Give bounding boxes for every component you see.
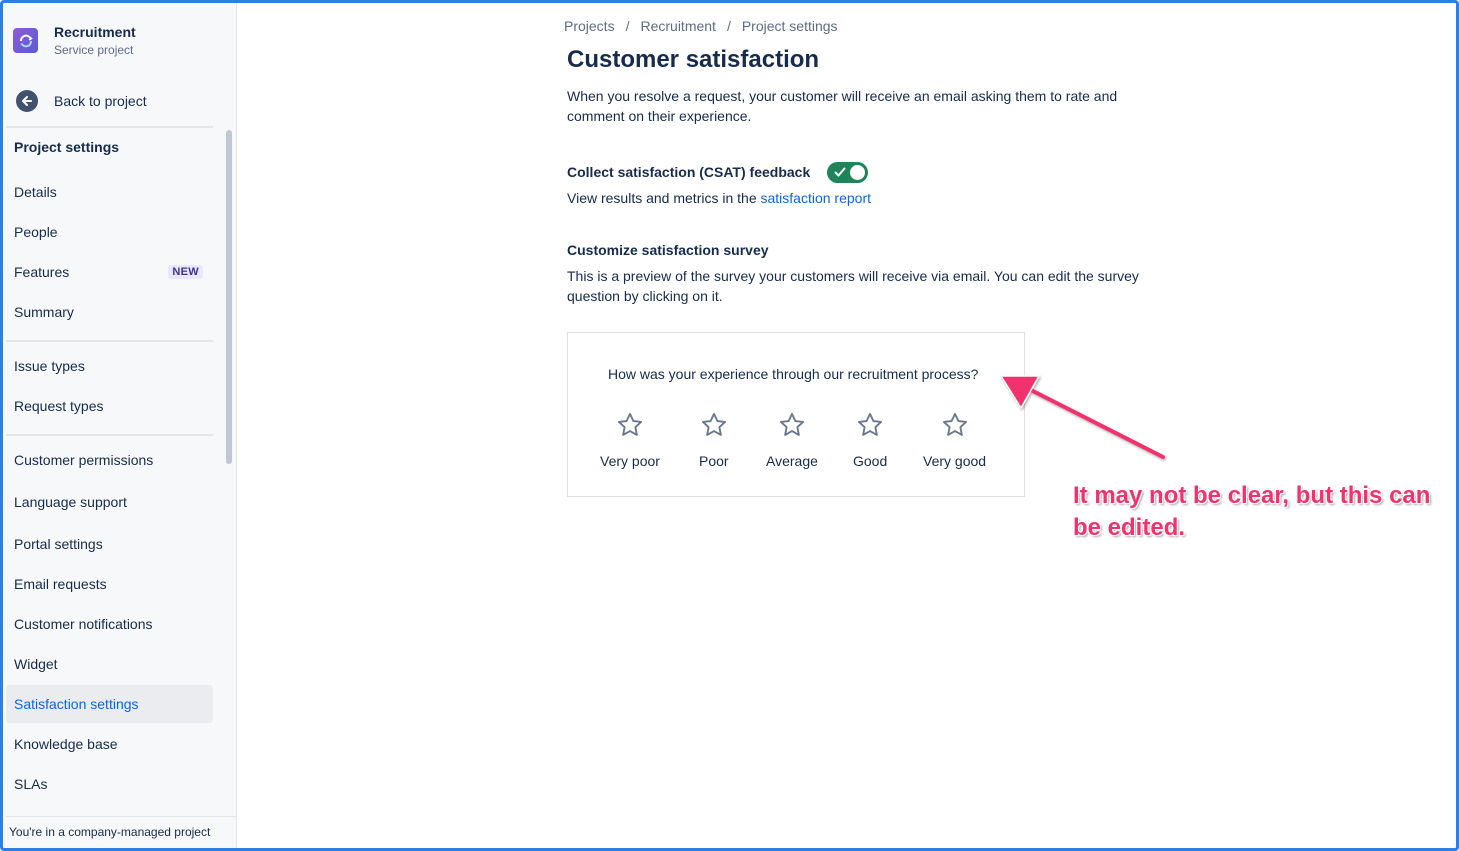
divider	[6, 340, 213, 342]
sidebar-scrollbar[interactable]	[226, 130, 232, 464]
rating-label: Poor	[699, 453, 729, 469]
divider	[6, 126, 213, 128]
rating-poor[interactable]: Poor	[699, 411, 729, 469]
survey-preview-card: How was your experience through our recr…	[567, 332, 1025, 497]
star-icon	[858, 412, 883, 436]
sidebar-item-label: Satisfaction settings	[14, 696, 139, 712]
sidebar-item-issue-types[interactable]: Issue types	[6, 347, 213, 385]
divider	[6, 434, 213, 436]
star-icon	[701, 412, 726, 436]
rating-very-good[interactable]: Very good	[923, 411, 986, 469]
breadcrumb: Projects / Recruitment / Project setting…	[564, 18, 838, 34]
sidebar-item-email-requests[interactable]: Email requests	[6, 565, 213, 603]
sidebar-item-label: Widget	[14, 656, 58, 672]
sidebar-item-slas[interactable]: SLAs	[6, 765, 213, 803]
project-logo-icon	[13, 28, 38, 53]
sidebar: Recruitment Service project Back to proj…	[3, 3, 237, 848]
survey-description: This is a preview of the survey your cus…	[567, 268, 1139, 304]
project-name: Recruitment	[54, 24, 136, 40]
sidebar-item-label: Customer notifications	[14, 616, 153, 632]
sidebar-item-knowledge-base[interactable]: Knowledge base	[6, 725, 213, 763]
sidebar-item-label: Summary	[14, 304, 74, 320]
csat-subtext: View results and metrics in the satisfac…	[567, 190, 871, 206]
rating-label: Good	[853, 453, 888, 469]
survey-question[interactable]: How was your experience through our recr…	[608, 366, 978, 382]
sidebar-item-label: Features	[14, 264, 70, 280]
sidebar-item-label: Issue types	[14, 358, 85, 374]
annotation-text: It may not be clear, but this can be edi…	[1073, 482, 1431, 541]
rating-good[interactable]: Good	[853, 411, 887, 469]
back-to-project-link[interactable]: Back to project	[13, 86, 223, 116]
csat-toggle-label: Collect satisfaction (CSAT) feedback	[567, 164, 811, 180]
breadcrumb-recruitment[interactable]: Recruitment	[640, 18, 715, 34]
sidebar-item-label: Details	[14, 184, 57, 200]
csat-subtext-prefix: View results and metrics in the	[567, 190, 761, 206]
satisfaction-report-link[interactable]: satisfaction report	[761, 190, 872, 206]
sidebar-item-portal-settings[interactable]: Portal settings	[6, 525, 213, 563]
nav-title: Project settings	[14, 139, 120, 155]
sidebar-item-label: SLAs	[14, 776, 48, 792]
project-type: Service project	[54, 43, 134, 57]
rating-average[interactable]: Average	[766, 411, 818, 469]
sidebar-item-widget[interactable]: Widget	[6, 645, 213, 683]
new-badge: NEW	[168, 265, 203, 279]
annotation-arrow-icon	[1000, 375, 1165, 459]
csat-toggle[interactable]	[827, 162, 868, 183]
sidebar-item-label: Customer permissions	[14, 452, 154, 468]
sidebar-item-label: Language support	[14, 494, 127, 510]
back-to-project-label: Back to project	[54, 93, 147, 109]
company-managed-note: You're in a company-managed project	[6, 816, 236, 848]
sidebar-item-label: People	[14, 224, 58, 240]
project-header[interactable]: Recruitment Service project	[13, 23, 223, 63]
checkmark-icon	[834, 167, 846, 177]
sidebar-item-label: Portal settings	[14, 536, 103, 552]
toggle-knob	[850, 165, 865, 180]
sidebar-item-request-types[interactable]: Request types	[6, 387, 213, 425]
sidebar-item-customer-permissions[interactable]: Customer permissions	[6, 441, 213, 479]
page-intro: When you resolve a request, your custome…	[567, 88, 1118, 124]
sidebar-item-features[interactable]: Features NEW	[6, 253, 213, 291]
arrow-left-icon	[16, 90, 38, 112]
survey-section-title: Customize satisfaction survey	[567, 242, 769, 258]
sidebar-item-details[interactable]: Details	[6, 173, 213, 211]
sidebar-item-label: Knowledge base	[14, 736, 118, 752]
sidebar-item-satisfaction-settings[interactable]: Satisfaction settings	[6, 685, 213, 723]
star-icon	[617, 412, 642, 436]
page-title: Customer satisfaction	[567, 46, 820, 73]
sidebar-item-label: Request types	[14, 398, 104, 414]
breadcrumb-separator: /	[625, 18, 630, 34]
rating-very-poor[interactable]: Very poor	[600, 411, 660, 469]
rating-label: Very good	[923, 453, 987, 469]
rating-label: Very poor	[600, 453, 660, 469]
star-icon	[779, 412, 804, 436]
sidebar-item-label: Email requests	[14, 576, 107, 592]
sidebar-item-people[interactable]: People	[6, 213, 213, 251]
star-icon	[942, 412, 967, 436]
rating-label: Average	[766, 453, 818, 469]
breadcrumb-projects[interactable]: Projects	[564, 18, 615, 34]
sidebar-item-summary[interactable]: Summary	[6, 293, 213, 331]
sidebar-item-language-support[interactable]: Language support	[6, 483, 213, 521]
breadcrumb-project-settings[interactable]: Project settings	[742, 18, 838, 34]
breadcrumb-separator: /	[726, 18, 731, 34]
sidebar-item-customer-notifications[interactable]: Customer notifications	[6, 605, 213, 643]
